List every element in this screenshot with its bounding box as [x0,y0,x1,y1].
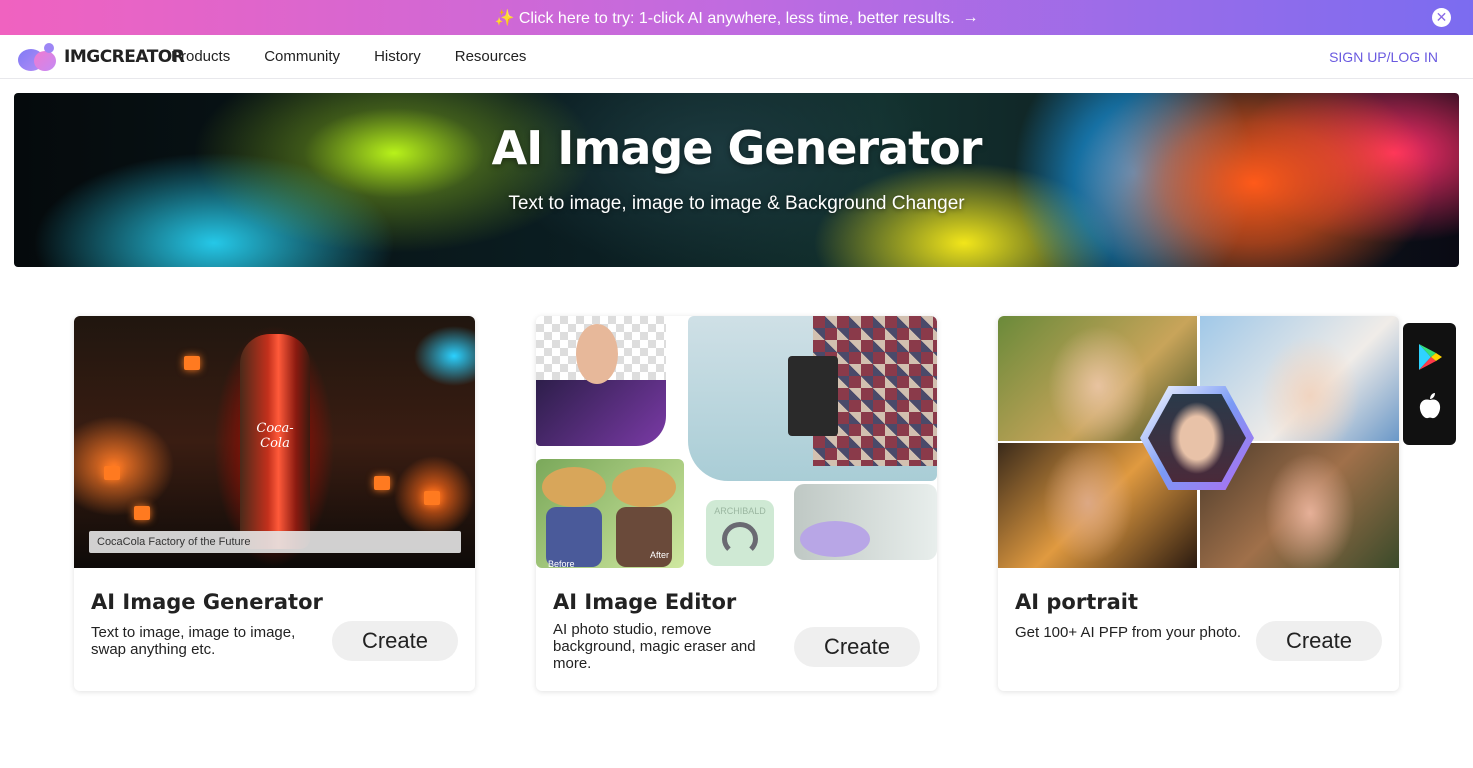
promo-link[interactable]: ✨ Click here to try: 1-click AI anywhere… [494,8,978,28]
nav-menu: Products Community History Resources [171,48,526,65]
imgcreator-logo-icon [18,43,58,71]
card-title: AI Image Editor [553,590,737,614]
app-download-widget [1403,323,1456,445]
nav-item-history[interactable]: History [374,48,421,65]
card-ai-image-generator[interactable]: Coca-Cola CocaCola Factory of the Future… [74,316,475,691]
nav-item-resources[interactable]: Resources [455,48,527,65]
hero-banner: AI Image Generator Text to image, image … [14,93,1459,267]
create-button[interactable]: Create [794,627,920,667]
arrow-right-icon: → [962,8,979,26]
promo-banner: ✨ Click here to try: 1-click AI anywhere… [0,0,1473,35]
hero-title: AI Image Generator [491,121,983,175]
apple-icon[interactable] [1418,392,1442,425]
card-ai-image-editor[interactable]: Before After ARCHIBALD AI Image Editor A… [536,316,937,691]
before-label: Before [548,559,575,568]
promo-text: ✨ Click here to try: 1-click AI anywhere… [494,9,955,27]
card-ai-portrait[interactable]: AI portrait Get 100+ AI PFP from your ph… [998,316,1399,691]
card-description: AI photo studio, remove background, magi… [553,621,756,672]
create-button[interactable]: Create [332,621,458,661]
card-title: AI Image Generator [91,590,323,614]
hero-subtitle: Text to image, image to image & Backgrou… [508,193,965,214]
card-image [998,316,1399,568]
close-icon[interactable]: ✕ [1432,8,1451,27]
create-button[interactable]: Create [1256,621,1382,661]
transparent-bg-sample [536,316,666,446]
image-caption: CocaCola Factory of the Future [89,531,461,553]
card-description: Get 100+ AI PFP from your photo. [1015,624,1242,641]
card-image: Coca-Cola CocaCola Factory of the Future [74,316,475,568]
card-image: Before After ARCHIBALD [536,316,937,568]
nav-item-community[interactable]: Community [264,48,340,65]
product-text: ARCHIBALD [714,506,766,516]
coffee-machine-sample [688,316,937,481]
logo-text: IMGCREATOR [64,47,185,67]
card-title: AI portrait [1015,590,1138,614]
top-nav: IMGCREATOR Products Community History Re… [0,35,1473,79]
bottle-label: Coca-Cola [256,421,294,451]
logo[interactable]: IMGCREATOR [18,43,185,71]
card-description: Text to image, image to image, swap anyt… [91,624,296,658]
google-play-icon[interactable] [1417,343,1443,376]
signup-login-link[interactable]: SIGN UP/LOG IN [1329,49,1438,65]
nav-item-products[interactable]: Products [171,48,230,65]
after-label: After [650,550,670,560]
headphones-icon [722,522,758,556]
